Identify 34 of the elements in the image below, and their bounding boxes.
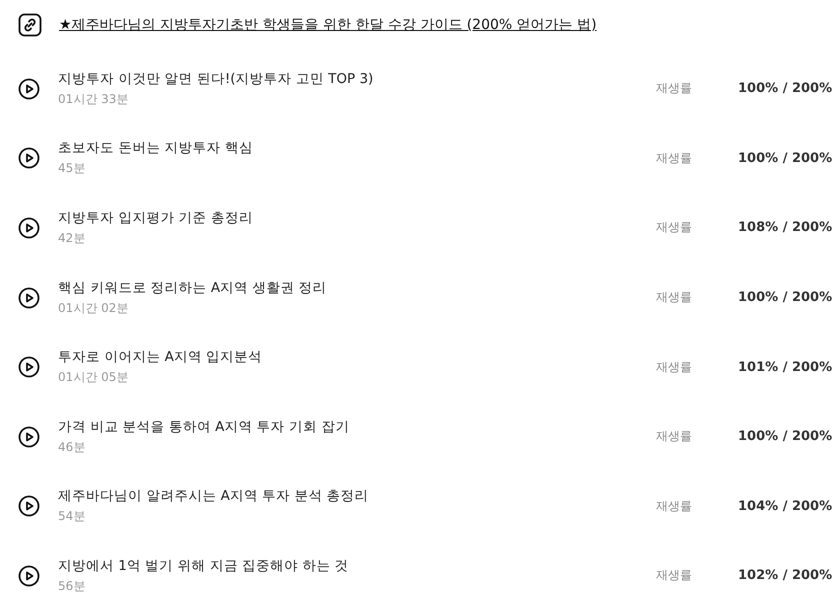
link-icon — [18, 13, 42, 37]
playback-rate-label: 재생률 — [656, 289, 693, 306]
playback-rate-label: 재생률 — [656, 567, 693, 584]
lesson-title: 가격 비교 분석을 통하여 A지역 투자 기회 잡기 — [58, 418, 350, 436]
playback-rate-label: 재생률 — [656, 358, 693, 376]
lesson-title: 초보자도 돈버는 지방투자 핵심 — [58, 139, 254, 158]
play-icon[interactable] — [18, 147, 40, 170]
lesson-title: 지방에서 1억 벌기 위해 지금 집중해야 하는 것 — [58, 556, 350, 575]
play-icon[interactable] — [18, 78, 40, 100]
playback-rate-label: 재생률 — [656, 428, 693, 446]
playback-rate-label: 재생률 — [656, 80, 693, 98]
play-icon[interactable] — [18, 286, 40, 309]
lesson-duration: 54분 — [58, 508, 86, 526]
lesson-duration: 56분 — [58, 578, 86, 595]
lesson-duration: 42분 — [58, 230, 86, 247]
play-icon[interactable] — [18, 356, 40, 378]
play-icon[interactable] — [18, 495, 40, 518]
guide-link[interactable]: ★제주바다님의 지방투자기초반 학생들을 위한 한달 수강 가이드 (200% 얻어가는 법) — [59, 16, 597, 34]
playback-rate-label: 재생률 — [656, 150, 693, 167]
lesson-duration: 46분 — [58, 438, 86, 456]
lesson-title: 투자로 이어지는 A지역 입지분석 — [58, 348, 264, 366]
lesson-title: 지방투자 이것만 알면 된다!(지방투자 고민 TOP 3) — [58, 70, 374, 88]
lesson-title: 핵심 키워드로 정리하는 A지역 생활권 정리 — [58, 278, 328, 297]
playback-rate-label: 재생률 — [656, 219, 693, 236]
lesson-duration: 45분 — [58, 160, 86, 178]
lesson-duration: 01시간 02분 — [58, 300, 130, 317]
play-icon[interactable] — [18, 564, 40, 587]
lesson-title: 지방투자 입지평가 기준 총정리 — [58, 208, 254, 227]
play-icon[interactable] — [18, 216, 40, 239]
playback-rate-label: 재생률 — [656, 498, 693, 515]
lesson-duration: 01시간 33분 — [58, 90, 130, 108]
lesson-title: 제주바다님이 알려주시는 A지역 투자 분석 총정리 — [58, 487, 370, 506]
lesson-duration: 01시간 05분 — [58, 369, 130, 386]
play-icon[interactable] — [18, 426, 40, 448]
